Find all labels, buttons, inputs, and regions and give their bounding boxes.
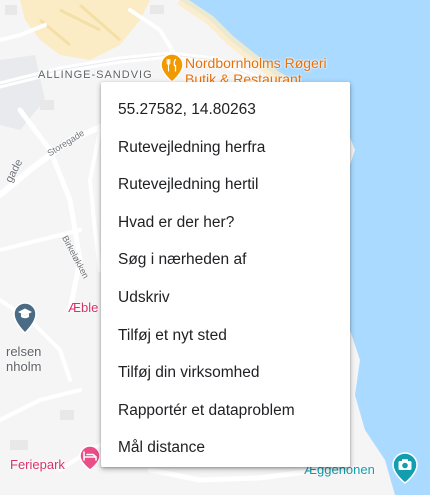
camera-icon[interactable] [392, 452, 418, 484]
menu-item-add-place[interactable]: Tilføj et nyt sted [101, 317, 350, 355]
town-label: ALLINGE-SANDVIG [38, 69, 153, 81]
menu-item-whats-here[interactable]: Hvad er der her? [101, 204, 350, 242]
menu-item-measure-distance[interactable]: Mål distance [101, 429, 350, 467]
menu-item-directions-from[interactable]: Rutevejledning herfra [101, 129, 350, 167]
map-canvas[interactable]: ALLINGE-SANDVIG Nordbornholms Røgeri But… [0, 0, 430, 495]
context-menu: 55.27582, 14.80263 Rutevejledning herfra… [101, 82, 350, 467]
bed-icon[interactable] [79, 445, 101, 471]
area-label-line1: relsen [6, 344, 42, 359]
restaurant-name-line2[interactable]: Butik & Restaurant [185, 71, 302, 82]
menu-item-directions-to[interactable]: Rutevejledning hertil [101, 166, 350, 204]
graduation-cap-icon[interactable] [13, 302, 37, 334]
menu-item-print[interactable]: Udskriv [101, 279, 350, 317]
menu-item-coordinates[interactable]: 55.27582, 14.80263 [101, 91, 350, 129]
area-label-line2: nholm [6, 359, 42, 374]
menu-item-search-nearby[interactable]: Søg i nærheden af [101, 241, 350, 279]
poi-feriepark-label[interactable]: Feriepark [10, 457, 65, 472]
menu-item-add-business[interactable]: Tilføj din virksomhed [101, 354, 350, 392]
fork-knife-icon[interactable] [160, 53, 184, 83]
restaurant-name-line1[interactable]: Nordbornholms Røgeri [185, 55, 327, 71]
menu-item-report-problem[interactable]: Rapportér et dataproblem [101, 392, 350, 430]
poi-aeble-label[interactable]: Æble [68, 300, 98, 315]
